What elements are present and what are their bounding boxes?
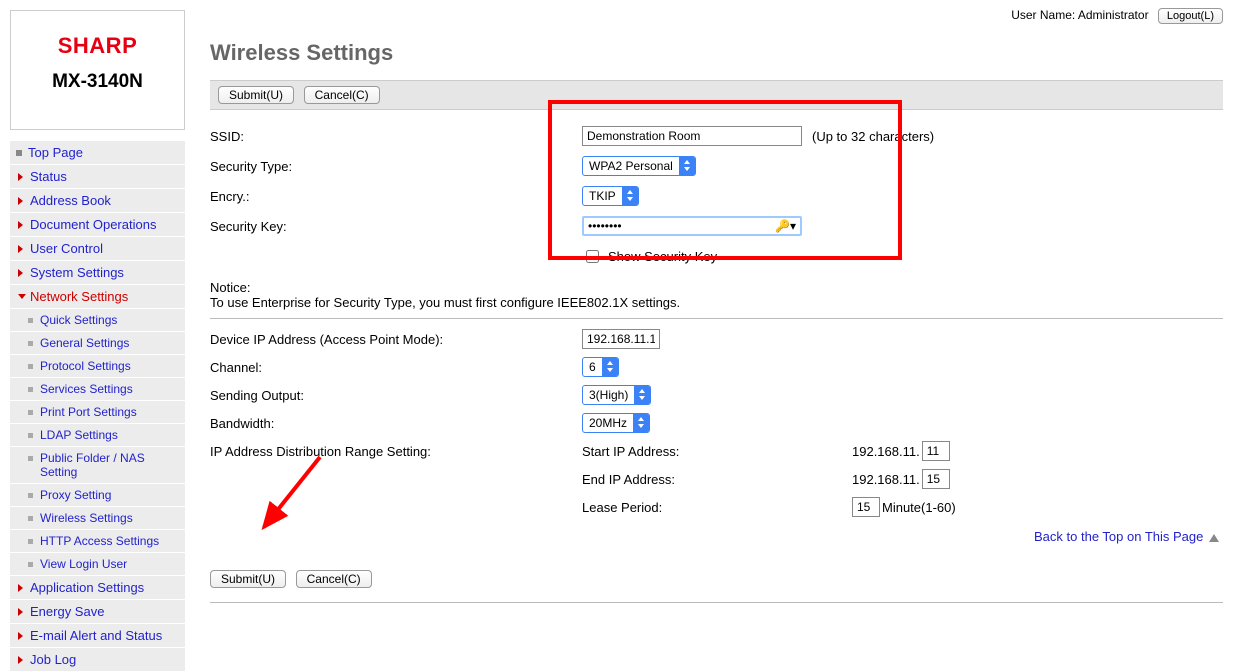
chevron-updown-icon xyxy=(602,358,618,376)
side-nav: Top Page Status Address Book Document Op… xyxy=(10,140,185,671)
end-ip-prefix: 192.168.11. xyxy=(852,472,920,487)
cancel-button-bottom[interactable]: Cancel(C) xyxy=(296,570,372,588)
security-key-label: Security Key: xyxy=(210,219,582,234)
channel-select[interactable]: 6 xyxy=(582,357,619,377)
lease-input[interactable] xyxy=(852,497,880,517)
nav-status[interactable]: Status xyxy=(10,164,185,188)
model-name: MX-3140N xyxy=(11,71,184,93)
ssid-input[interactable] xyxy=(582,126,802,146)
chevron-updown-icon xyxy=(679,157,695,175)
nav-network-settings[interactable]: Network Settings xyxy=(10,284,185,308)
notice-label: Notice: xyxy=(210,280,1223,295)
bottom-button-row: Submit(U) Cancel(C) xyxy=(210,562,1223,596)
nav-system-settings[interactable]: System Settings xyxy=(10,260,185,284)
nav-protocol-settings[interactable]: Protocol Settings xyxy=(10,354,185,377)
nav-application-settings[interactable]: Application Settings xyxy=(10,575,185,599)
ip-range-label: IP Address Distribution Range Setting: xyxy=(210,444,582,459)
lease-hint: Minute(1-60) xyxy=(882,500,956,515)
start-ip-prefix: 192.168.11. xyxy=(852,444,920,459)
nav-top-page[interactable]: Top Page xyxy=(10,140,185,164)
submit-button-bottom[interactable]: Submit(U) xyxy=(210,570,286,588)
ssid-hint: (Up to 32 characters) xyxy=(812,129,934,144)
key-icon[interactable]: 🔑▾ xyxy=(775,219,796,233)
end-ip-label: End IP Address: xyxy=(582,472,852,487)
cancel-button-top[interactable]: Cancel(C) xyxy=(304,86,380,104)
start-ip-label: Start IP Address: xyxy=(582,444,852,459)
submit-button-top[interactable]: Submit(U) xyxy=(218,86,294,104)
back-to-top-link[interactable]: Back to the Top on This Page xyxy=(1034,529,1203,544)
nav-ldap-settings[interactable]: LDAP Settings xyxy=(10,423,185,446)
encry-label: Encry.: xyxy=(210,189,582,204)
nav-services-settings[interactable]: Services Settings xyxy=(10,377,185,400)
logo-box: SHARP MX-3140N xyxy=(10,10,185,130)
chevron-updown-icon xyxy=(634,386,650,404)
bandwidth-value: 20MHz xyxy=(583,416,633,430)
nav-email-alert[interactable]: E-mail Alert and Status xyxy=(10,623,185,647)
ssid-label: SSID: xyxy=(210,129,582,144)
sending-output-select[interactable]: 3(High) xyxy=(582,385,651,405)
nav-proxy-setting[interactable]: Proxy Setting xyxy=(10,483,185,506)
security-type-label: Security Type: xyxy=(210,159,582,174)
bandwidth-label: Bandwidth: xyxy=(210,416,582,431)
triangle-up-icon xyxy=(1209,534,1219,542)
notice-text: To use Enterprise for Security Type, you… xyxy=(210,295,1223,310)
security-type-value: WPA2 Personal xyxy=(583,159,679,173)
user-label: User Name: xyxy=(1011,8,1075,22)
brand-logo: SHARP xyxy=(11,33,184,59)
chevron-updown-icon xyxy=(633,414,649,432)
device-ip-input[interactable] xyxy=(582,329,660,349)
nav-user-control[interactable]: User Control xyxy=(10,236,185,260)
end-ip-input[interactable] xyxy=(922,469,950,489)
nav-energy-save[interactable]: Energy Save xyxy=(10,599,185,623)
show-security-key-label: Show Security Key xyxy=(608,249,717,264)
page-title: Wireless Settings xyxy=(210,40,1223,66)
top-button-row: Submit(U) Cancel(C) xyxy=(210,80,1223,110)
device-ip-label: Device IP Address (Access Point Mode): xyxy=(210,332,582,347)
nav-http-access[interactable]: HTTP Access Settings xyxy=(10,529,185,552)
nav-address-book[interactable]: Address Book xyxy=(10,188,185,212)
nav-general-settings[interactable]: General Settings xyxy=(10,331,185,354)
security-key-input[interactable] xyxy=(582,216,802,236)
nav-wireless-settings[interactable]: Wireless Settings xyxy=(10,506,185,529)
nav-view-login-user[interactable]: View Login User xyxy=(10,552,185,575)
chevron-updown-icon xyxy=(622,187,638,205)
nav-quick-settings[interactable]: Quick Settings xyxy=(10,308,185,331)
user-name: Administrator xyxy=(1078,8,1149,22)
channel-label: Channel: xyxy=(210,360,582,375)
nav-public-folder[interactable]: Public Folder / NAS Setting xyxy=(10,446,185,483)
lease-label: Lease Period: xyxy=(582,500,852,515)
nav-print-port-settings[interactable]: Print Port Settings xyxy=(10,400,185,423)
security-type-select[interactable]: WPA2 Personal xyxy=(582,156,696,176)
start-ip-input[interactable] xyxy=(922,441,950,461)
channel-value: 6 xyxy=(583,360,602,374)
nav-document-operations[interactable]: Document Operations xyxy=(10,212,185,236)
sending-output-value: 3(High) xyxy=(583,388,634,402)
logout-button[interactable]: Logout(L) xyxy=(1158,8,1223,24)
user-bar: User Name: Administrator Logout(L) xyxy=(1011,8,1223,24)
bandwidth-select[interactable]: 20MHz xyxy=(582,413,650,433)
encry-value: TKIP xyxy=(583,189,622,203)
sending-output-label: Sending Output: xyxy=(210,388,582,403)
encry-select[interactable]: TKIP xyxy=(582,186,639,206)
nav-job-log[interactable]: Job Log xyxy=(10,647,185,671)
show-security-key-checkbox[interactable] xyxy=(586,250,599,263)
